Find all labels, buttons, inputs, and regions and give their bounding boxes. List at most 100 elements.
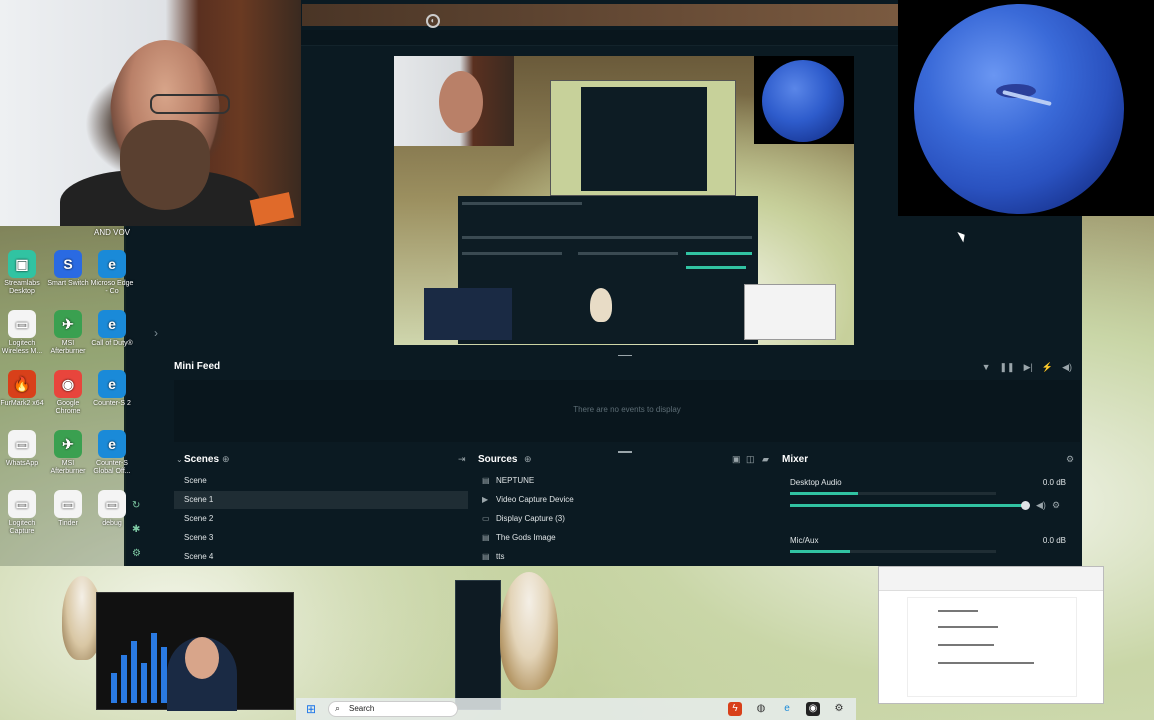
desktop-shortcut-label: Call of Duty®	[91, 340, 133, 347]
desktop-shortcut[interactable]: ▭ Logitech Wireless M...	[0, 310, 44, 356]
desktop-shortcut[interactable]: e Counter-S 2	[90, 370, 134, 408]
desktop-shortcut-label: Google Chrome	[55, 400, 81, 415]
desktop-shortcut-label: Smart Switch	[47, 280, 89, 287]
desktop-shortcut[interactable]: 🔥 FurMark2 x64	[0, 370, 44, 408]
camera-icon: ▶	[482, 495, 489, 504]
obs-icon[interactable]: ◉	[806, 702, 820, 716]
paint-window-overlay	[878, 566, 1104, 704]
scene-item[interactable]: Scene	[174, 472, 468, 490]
desktop-shortcut-icon: ▭	[8, 310, 36, 338]
pause-icon[interactable]: ❚❚	[1000, 362, 1015, 373]
speaker-icon[interactable]: ◀)	[1036, 500, 1046, 511]
desktop-shortcut-label: MSI Afterburner	[50, 460, 86, 475]
desktop-shortcut-label: Tinder	[58, 520, 78, 527]
desktop-shortcut[interactable]: ▭ Tinder	[46, 490, 90, 528]
source-label: tts	[496, 552, 505, 561]
scenes-panel: ⌄ Scenes ⊕ ⇥ Scene Scene 1 Scene 2 Scene…	[174, 452, 468, 566]
edge-icon[interactable]: e	[780, 702, 794, 716]
app-icon[interactable]: ϟ	[728, 702, 742, 716]
desktop-shortcut[interactable]: ◉ Google Chrome	[46, 370, 90, 416]
desktop-shortcut-label: Counter-S 2	[93, 400, 131, 407]
gamepad-icon[interactable]: ◍	[754, 702, 768, 716]
channel-db: 0.0 dB	[1042, 478, 1066, 487]
desktop-shortcut[interactable]: ▣ Streamlabs Desktop	[0, 250, 44, 296]
mini-feed-toolbar: ▼ ❚❚ ▶| ⚡ ◀)	[982, 362, 1072, 373]
desktop-shortcut[interactable]: ▭ debug	[90, 490, 134, 528]
audio-level-meter	[790, 492, 996, 495]
desktop-shortcut[interactable]: ✈ MSI Afterburner	[46, 430, 90, 476]
settings-rail-icon[interactable]: ⚙	[132, 548, 144, 560]
mixer-panel: Mixer ⚙ Desktop Audio 0.0 dB ◀) ⚙ Mic/Au…	[780, 452, 1074, 566]
collapse-chevron-icon[interactable]: ⌄	[176, 455, 183, 464]
desktop-shortcut[interactable]: ▭ Logitech Capture	[0, 490, 44, 536]
desktop-shortcut-label: Counter-S Global Off...	[93, 460, 131, 475]
source-item[interactable]: ▭ Display Capture (3)	[474, 510, 565, 528]
channel-name: Mic/Aux	[790, 536, 819, 545]
mute-alerts-icon[interactable]: ⚡	[1042, 362, 1053, 373]
scene-item[interactable]: Scene 3	[174, 529, 468, 547]
image-icon: ▤	[482, 552, 490, 561]
desktop-shortcut-label: MSI Afterburner	[50, 340, 86, 355]
windows-start-icon[interactable]: ⊞	[306, 702, 316, 716]
volume-slider[interactable]	[790, 501, 1030, 510]
add-source-icon[interactable]: ⊕	[524, 454, 532, 465]
youtube-video-overlay	[96, 592, 294, 711]
desktop-shortcut-icon: 🔥	[8, 370, 36, 398]
add-scene-icon[interactable]: ⊕	[222, 454, 230, 465]
desktop-shortcut[interactable]: e Counter-S Global Off...	[90, 430, 134, 476]
chat-overlay	[455, 580, 501, 710]
source-item[interactable]: ▤ tts	[474, 548, 504, 566]
streamlabs-logo-icon: ◐	[426, 14, 440, 28]
desktop-shortcut[interactable]: ▭ WhatsApp	[0, 430, 44, 468]
desktop-shortcut[interactable]: e Call of Duty®	[90, 310, 134, 348]
desktop-shortcut-icon: S	[54, 250, 82, 278]
desktop-shortcut-label: WhatsApp	[5, 460, 39, 467]
source-item[interactable]: ▤ The Gods Image	[474, 529, 556, 547]
mixer-channel: Desktop Audio 0.0 dB ◀) ⚙	[790, 478, 1066, 514]
desktop-shortcut-icon: ▭	[8, 490, 36, 518]
scene-item[interactable]: Scene 2	[174, 510, 468, 528]
scene-item[interactable]: Scene 4	[174, 548, 468, 566]
expand-sidebar-chevron-icon[interactable]: ›	[154, 326, 158, 340]
source-layer-icon[interactable]: ▣	[732, 454, 741, 465]
desktop-shortcut[interactable]: S Smart Switch	[46, 250, 90, 288]
sources-panel: Sources ⊕ ▣ ◫ ▰ ▤ NEPTUNE ▶ Video Capture …	[474, 452, 774, 566]
scenes-title: Scenes	[184, 454, 220, 465]
preview-paint-thumb	[744, 284, 836, 340]
folder-icon[interactable]: ▰	[762, 454, 769, 465]
desktop-shortcut-label: Microso Edge - Co	[90, 280, 134, 295]
desktop-shortcut-label: Logitech Capture	[8, 520, 36, 535]
mixer-settings-gear-icon[interactable]: ⚙	[1066, 454, 1074, 465]
windows-taskbar: ⊞ ⌕ Search ϟ ◍ e ◉ ⚙	[296, 698, 856, 720]
desktop-shortcut-label: Logitech Wireless M...	[1, 340, 43, 355]
scene-item-active[interactable]: Scene 1	[174, 491, 468, 509]
preview-nested-display-capture	[550, 80, 736, 196]
desktop-shortcut-label: debug	[102, 520, 122, 527]
settings-gear-icon[interactable]: ⚙	[832, 702, 846, 716]
desktop-label: AND VOV	[94, 228, 131, 237]
desktop-shortcut-icon: e	[98, 370, 126, 398]
search-icon: ⌕	[335, 703, 341, 713]
filter-icon[interactable]: ▼	[982, 362, 991, 373]
title-bar	[302, 4, 898, 26]
source-label: The Gods Image	[496, 533, 556, 542]
desktop-shortcut-label: Streamlabs Desktop	[4, 280, 40, 295]
taskbar-search[interactable]: ⌕ Search	[328, 701, 458, 717]
channel-name: Desktop Audio	[790, 478, 842, 487]
image-icon: ▤	[482, 533, 490, 542]
source-lock-icon[interactable]: ◫	[746, 454, 755, 465]
scene-transitions-icon[interactable]: ⇥	[458, 454, 466, 465]
source-item[interactable]: ▶ Video Capture Device	[474, 491, 574, 509]
stream-preview[interactable]	[394, 56, 854, 345]
desktop-shortcut-icon: ▭	[54, 490, 82, 518]
source-item[interactable]: ▤ NEPTUNE	[474, 472, 534, 490]
monitor-icon: ▭	[482, 514, 490, 523]
channel-settings-gear-icon[interactable]: ⚙	[1052, 500, 1060, 511]
skip-icon[interactable]: ▶|	[1024, 362, 1033, 373]
mini-feed-body: There are no events to display	[174, 380, 1080, 442]
volume-icon[interactable]: ◀)	[1062, 362, 1072, 373]
desktop-shortcut-icon: ▭	[98, 490, 126, 518]
desktop-shortcut[interactable]: ✈ MSI Afterburner	[46, 310, 90, 356]
preview-webcam-source	[394, 56, 514, 146]
desktop-shortcut[interactable]: e Microso Edge - Co	[90, 250, 134, 296]
